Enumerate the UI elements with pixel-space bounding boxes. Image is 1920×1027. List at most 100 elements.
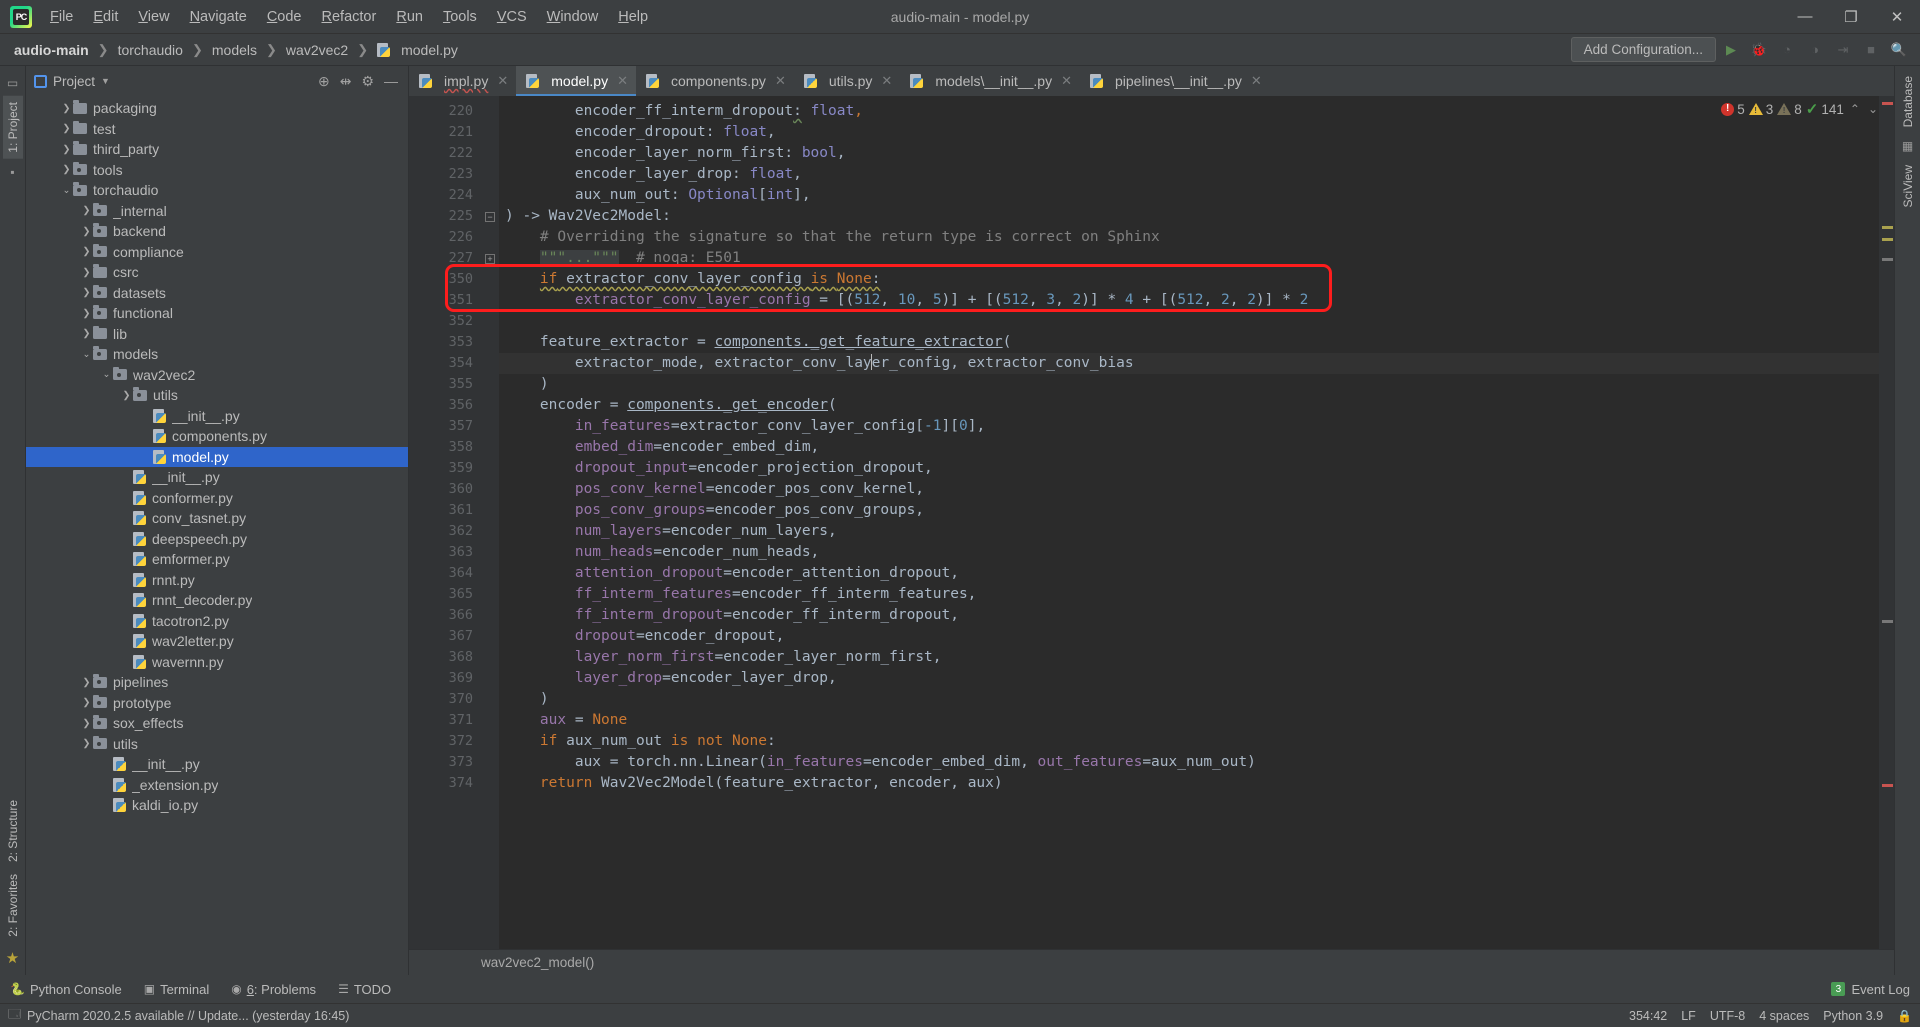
code-line[interactable]: ff_interm_features=encoder_ff_interm_fea… (499, 584, 1879, 605)
tree-folder-csrc[interactable]: ❯ csrc (26, 262, 408, 283)
menu-item-refactor[interactable]: Refactor (312, 4, 387, 30)
fold-marker[interactable] (481, 290, 499, 311)
tab-models-init-py[interactable]: models\__init__.py ✕ (900, 66, 1080, 96)
tree-file-conv-tasnet-py[interactable]: conv_tasnet.py (26, 508, 408, 529)
tab-components-py[interactable]: components.py ✕ (635, 66, 794, 96)
fold-marker[interactable] (481, 353, 499, 374)
target-icon[interactable]: ⊕ (318, 73, 330, 90)
fold-marker[interactable] (481, 668, 499, 689)
tool-window-terminal[interactable]: ▣ Terminal (144, 982, 209, 997)
fold-marker[interactable] (481, 584, 499, 605)
error-stripe-markers[interactable] (1879, 96, 1894, 949)
chevron-up-icon[interactable]: ⌃ (1848, 102, 1862, 116)
inspection-widget[interactable]: ! 5 3 8 ✓ 141 ⌃ ⌄ (1721, 100, 1880, 118)
chevron-right-icon[interactable]: ❯ (80, 287, 93, 298)
fold-marker[interactable] (481, 185, 499, 206)
chevron-right-icon[interactable]: ❯ (60, 164, 73, 175)
menu-item-tools[interactable]: Tools (433, 4, 487, 30)
stop-icon[interactable]: ■ (1858, 38, 1884, 62)
tree-folder-third-party[interactable]: ❯ third_party (26, 139, 408, 160)
code-line[interactable]: feature_extractor = components._get_feat… (499, 332, 1879, 353)
lock-icon[interactable]: 🔒 (1897, 1009, 1912, 1023)
fold-marker[interactable] (481, 752, 499, 773)
tree-file-kaldi-io-py[interactable]: kaldi_io.py (26, 795, 408, 816)
add-configuration-button[interactable]: Add Configuration... (1570, 37, 1716, 62)
code-line[interactable]: in_features=extractor_conv_layer_config[… (499, 416, 1879, 437)
breadcrumb-item-models[interactable]: models (208, 40, 261, 60)
fold-marker[interactable] (481, 773, 499, 794)
code-folding-column[interactable]: − + (481, 96, 499, 949)
fold-marker[interactable] (481, 542, 499, 563)
tree-folder-utils[interactable]: ❯ utils (26, 385, 408, 406)
hide-icon[interactable]: — (384, 73, 398, 89)
breadcrumb-item-torchaudio[interactable]: torchaudio (114, 40, 187, 60)
menu-item-file[interactable]: File (40, 4, 83, 30)
code-line[interactable]: encoder_ff_interm_dropout: float, (499, 101, 1879, 122)
code-line[interactable]: pos_conv_kernel=encoder_pos_conv_kernel, (499, 479, 1879, 500)
minimize-button[interactable]: — (1782, 0, 1828, 33)
project-tree[interactable]: ❯ packaging ❯ test ❯ third_party ❯ tools ⌄ torcha… (26, 96, 408, 975)
tree-folder-utils[interactable]: ❯ utils (26, 734, 408, 755)
chevron-down-icon[interactable]: ⌄ (60, 185, 73, 196)
weak-warning-count[interactable]: 8 (1777, 102, 1802, 117)
tab-model-py[interactable]: model.py ✕ (516, 66, 636, 96)
code-line[interactable]: """...""" # noqa: E501 (499, 248, 1879, 269)
close-button[interactable]: ✕ (1874, 0, 1920, 33)
chevron-right-icon[interactable]: ❯ (60, 103, 73, 114)
collapse-all-icon[interactable]: ⇹ (340, 73, 352, 90)
breadcrumb-item-wav2vec2[interactable]: wav2vec2 (282, 40, 352, 60)
stripe-marker-weak[interactable] (1882, 620, 1893, 623)
close-icon[interactable]: ✕ (775, 73, 786, 89)
tree-folder-models[interactable]: ⌄ models (26, 344, 408, 365)
run-icon[interactable]: ▶ (1718, 38, 1744, 62)
fold-toggle-icon[interactable]: + (485, 253, 495, 264)
chevron-right-icon[interactable]: ❯ (80, 205, 93, 216)
tree-folder-torchaudio[interactable]: ⌄ torchaudio (26, 180, 408, 201)
event-log-button[interactable]: Event Log (1851, 982, 1910, 997)
fold-marker[interactable] (481, 689, 499, 710)
code-line[interactable]: aux = torch.nn.Linear(in_features=encode… (499, 752, 1879, 773)
settings-gear-icon[interactable]: ⚙ (361, 73, 374, 90)
fold-marker[interactable] (481, 605, 499, 626)
fold-marker[interactable] (481, 458, 499, 479)
warning-count[interactable]: 3 (1748, 102, 1773, 117)
tree-file-conformer-py[interactable]: conformer.py (26, 488, 408, 509)
tree-folder-backend[interactable]: ❯ backend (26, 221, 408, 242)
fold-marker[interactable] (481, 227, 499, 248)
code-line[interactable]: num_heads=encoder_num_heads, (499, 542, 1879, 563)
breadcrumb-item-model-py[interactable]: model.py (373, 40, 462, 60)
tree-folder-functional[interactable]: ❯ functional (26, 303, 408, 324)
indent-setting[interactable]: 4 spaces (1759, 1009, 1809, 1023)
tree-folder-compliance[interactable]: ❯ compliance (26, 242, 408, 263)
project-panel-icon[interactable]: ▭ (7, 76, 18, 90)
close-icon[interactable]: ✕ (881, 73, 892, 89)
code-line[interactable]: if extractor_conv_layer_config is None: (499, 269, 1879, 290)
tree-file-model-py[interactable]: model.py (26, 446, 408, 467)
chevron-right-icon[interactable]: ❯ (80, 328, 93, 339)
tool-window-problems[interactable]: ◉ 6: Problems (231, 982, 316, 997)
tree-file--init-py[interactable]: __init__.py (26, 406, 408, 427)
tree-folder-pipelines[interactable]: ❯ pipelines (26, 672, 408, 693)
fold-marker[interactable] (481, 143, 499, 164)
tree-file--extension-py[interactable]: _extension.py (26, 775, 408, 796)
stripe-marker-warning[interactable] (1882, 226, 1893, 229)
menu-item-navigate[interactable]: Navigate (180, 4, 257, 30)
bookmarks-icon[interactable]: ▪ (10, 165, 14, 179)
fold-marker[interactable] (481, 521, 499, 542)
file-encoding[interactable]: UTF-8 (1710, 1009, 1745, 1023)
maximize-button[interactable]: ❐ (1828, 0, 1874, 33)
chevron-right-icon[interactable]: ❯ (80, 246, 93, 257)
passed-inspections[interactable]: ✓ 141 (1806, 100, 1844, 118)
profile-icon[interactable]: ◑ (1802, 38, 1828, 62)
status-message[interactable]: PyCharm 2020.2.5 available // Update... … (27, 1009, 349, 1023)
python-interpreter[interactable]: Python 3.9 (1823, 1009, 1883, 1023)
fold-marker[interactable] (481, 374, 499, 395)
close-icon[interactable]: ✕ (1061, 73, 1072, 89)
tree-file-rnnt-py[interactable]: rnnt.py (26, 570, 408, 591)
fold-marker[interactable] (481, 332, 499, 353)
code-line[interactable] (499, 311, 1879, 332)
chevron-right-icon[interactable]: ❯ (120, 390, 133, 401)
tree-file-wavernn-py[interactable]: wavernn.py (26, 652, 408, 673)
code-line[interactable]: extractor_mode, extractor_conv_layer_con… (499, 353, 1879, 374)
code-line[interactable]: layer_drop=encoder_layer_drop, (499, 668, 1879, 689)
